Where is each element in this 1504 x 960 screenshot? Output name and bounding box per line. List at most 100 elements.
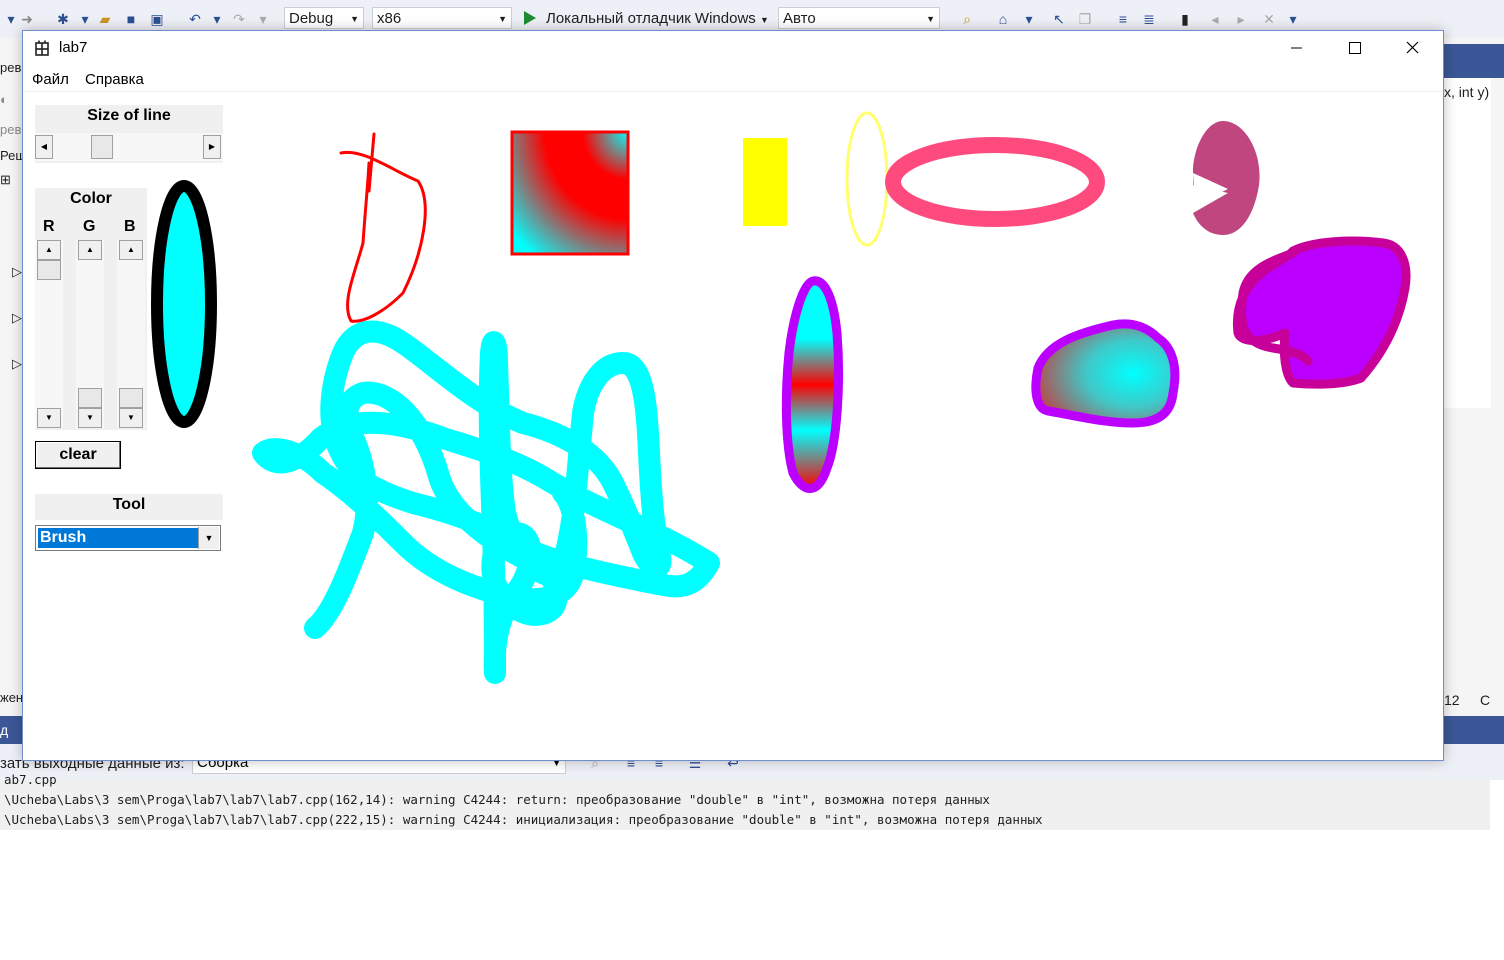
chevron-down-icon[interactable]: ▼	[198, 527, 219, 549]
blue-scrollbar[interactable]: ▲ ▼	[117, 240, 145, 428]
save-all-icon[interactable]: ▣	[148, 10, 166, 28]
bookmark-icon[interactable]: ▮	[1176, 10, 1194, 28]
clear-bookmarks-icon[interactable]: ✕	[1260, 10, 1278, 28]
tool-select-value: Brush	[38, 528, 198, 548]
green-scroll-thumb[interactable]	[78, 388, 102, 408]
gradient-leaf	[781, 276, 844, 493]
open-folder-icon[interactable]: ▰	[96, 10, 114, 28]
prev-bookmark-icon[interactable]: ◂	[1206, 10, 1224, 28]
drawing-canvas[interactable]	[233, 93, 1443, 760]
column-indicator: С	[1480, 692, 1491, 708]
home-icon[interactable]: ⌂	[994, 10, 1012, 28]
scroll-down-icon[interactable]: ▼	[37, 408, 61, 428]
save-icon[interactable]: ■	[122, 10, 140, 28]
scroll-down-icon[interactable]: ▼	[78, 408, 102, 428]
ide-editor-fragment	[1442, 78, 1491, 408]
maximize-button[interactable]	[1325, 31, 1383, 65]
next-bookmark-icon[interactable]: ▸	[1232, 10, 1250, 28]
pink-ring	[885, 137, 1105, 227]
window-title: lab7	[59, 39, 88, 56]
run-mode-combo[interactable]: Авто ▼	[778, 7, 940, 29]
line-number: 12	[1444, 692, 1460, 708]
expand-arrow-icon[interactable]: ▷	[12, 356, 22, 372]
output-panel-title: д	[0, 722, 9, 738]
new-project-icon[interactable]: ✱	[54, 10, 72, 28]
scroll-up-icon[interactable]: ▲	[119, 240, 143, 260]
config-combo[interactable]: Debug ▼	[284, 7, 364, 29]
platform-combo[interactable]: x86 ▼	[372, 7, 512, 29]
output-line: ab7.cpp	[4, 772, 57, 787]
color-preview	[151, 180, 217, 428]
clear-button[interactable]: clear	[35, 441, 121, 469]
ide-left-panel: рев ◐ рев Реш ⊞ ▷ ▷ ▷ жен	[0, 38, 26, 768]
tool-select[interactable]: Brush ▼	[35, 525, 221, 551]
size-scrollbar[interactable]: ◀ ▶	[35, 133, 223, 161]
red-freehand-stroke	[339, 132, 427, 323]
green-scrollbar[interactable]: ▲ ▼	[76, 240, 104, 428]
dropdown-icon[interactable]: ▾	[1020, 10, 1038, 28]
minimize-button[interactable]	[1267, 31, 1325, 65]
chevron-down-icon: ▼	[350, 14, 359, 24]
panel-label: рев	[0, 60, 22, 75]
blue-label: B	[124, 218, 136, 235]
output-line: \Ucheba\Labs\3 sem\Proga\lab7\lab7\lab7.…	[4, 812, 1043, 827]
tool-group: Tool	[35, 494, 223, 520]
app-window: lab7 Файл Справка Size of line ◀ ▶ Color…	[22, 30, 1444, 761]
red-scroll-thumb[interactable]	[37, 260, 61, 280]
scroll-up-icon[interactable]: ▲	[37, 240, 61, 260]
platform-value: x86	[377, 10, 402, 27]
scroll-down-icon[interactable]: ▼	[119, 408, 143, 428]
expand-arrow-icon[interactable]: ▷	[12, 264, 22, 280]
scroll-up-icon[interactable]: ▲	[78, 240, 102, 260]
app-icon	[35, 40, 49, 56]
dropdown-icon[interactable]: ▾	[76, 10, 94, 28]
ide-blank-area	[0, 830, 1504, 960]
yellow-ellipse	[845, 111, 889, 247]
chevron-down-icon: ▼	[498, 14, 507, 24]
play-icon[interactable]	[524, 11, 536, 25]
run-debugger-button[interactable]: Локальный отладчик Windows ▼	[546, 10, 769, 27]
close-icon	[1406, 41, 1419, 54]
menu-help[interactable]: Справка	[85, 71, 144, 88]
find-in-files-icon[interactable]: ⌕	[958, 10, 976, 28]
solution-icon[interactable]: ⊞	[0, 172, 11, 188]
green-label: G	[83, 218, 96, 235]
config-value: Debug	[289, 10, 334, 27]
chevron-down-icon: ▼	[759, 15, 769, 25]
client-area: Size of line ◀ ▶ Color R G B ▲ ▼ ▲ ▼ ▲ ▼…	[23, 93, 1443, 760]
redo-icon[interactable]: ↷	[230, 10, 248, 28]
output-text: ab7.cpp \Ucheba\Labs\3 sem\Proga\lab7\la…	[0, 772, 1490, 830]
red-label: R	[43, 218, 55, 235]
run-mode-value: Авто	[783, 10, 816, 27]
gradient-rectangle	[510, 130, 630, 256]
dropdown-icon[interactable]: ▾	[208, 10, 226, 28]
close-button[interactable]	[1383, 31, 1441, 65]
run-target-label: Локальный отладчик Windows	[546, 10, 756, 27]
cyan-brush-stroke	[252, 320, 720, 684]
size-scroll-thumb[interactable]	[91, 135, 114, 159]
indent-icon[interactable]: ≡	[1114, 10, 1132, 28]
outdent-icon[interactable]: ≣	[1140, 10, 1158, 28]
dropdown-icon[interactable]: ▾	[1284, 10, 1302, 28]
color-group: Color R G B ▲ ▼ ▲ ▼ ▲ ▼	[35, 188, 147, 430]
copy-icon[interactable]: ❐	[1076, 10, 1094, 28]
scroll-right-icon[interactable]: ▶	[203, 135, 221, 159]
minimize-icon	[1291, 47, 1302, 49]
output-line: \Ucheba\Labs\3 sem\Proga\lab7\lab7\lab7.…	[4, 792, 990, 807]
title-bar: lab7	[23, 31, 1443, 65]
blue-scroll-thumb[interactable]	[119, 388, 143, 408]
expand-arrow-icon[interactable]: ▷	[12, 310, 22, 326]
scroll-left-icon[interactable]: ◀	[35, 135, 53, 159]
undo-icon[interactable]: ↶	[186, 10, 204, 28]
maximize-icon	[1349, 42, 1361, 54]
menu-file[interactable]: Файл	[32, 71, 69, 88]
ide-right-tab-strip	[1442, 44, 1504, 78]
chevron-down-icon: ▼	[926, 14, 935, 24]
dropdown-icon[interactable]: ▾	[254, 10, 272, 28]
forward-icon[interactable]: ➜	[18, 10, 36, 28]
tool-group-title: Tool	[112, 496, 146, 513]
cursor-icon[interactable]: ↖	[1050, 10, 1068, 28]
red-scrollbar[interactable]: ▲ ▼	[35, 240, 63, 428]
collapse-icon[interactable]: ◐	[0, 92, 8, 107]
color-group-title: Color	[70, 190, 112, 207]
